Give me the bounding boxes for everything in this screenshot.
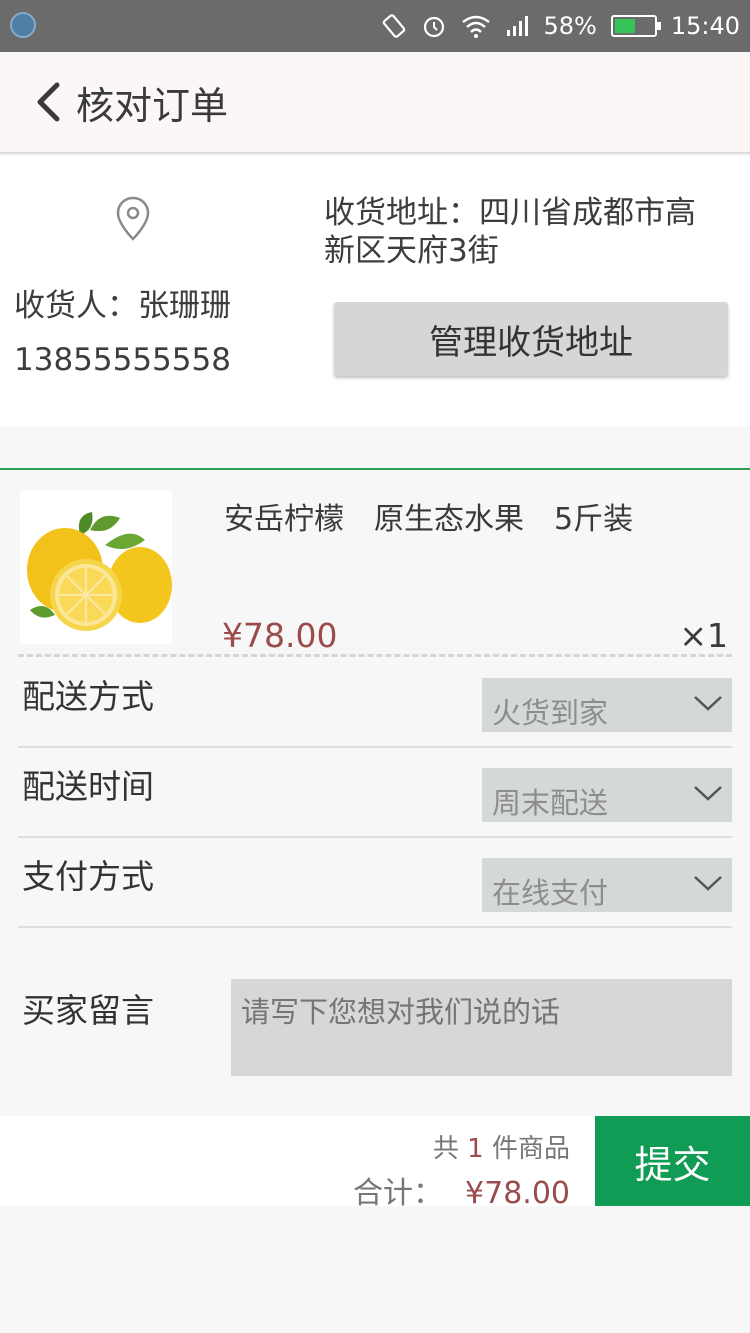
payment-method-value: 在线支付 bbox=[492, 876, 609, 910]
app-notification-icon bbox=[10, 12, 36, 38]
product-image[interactable] bbox=[20, 490, 172, 644]
status-icons: 58% 15:40 bbox=[381, 0, 740, 52]
chevron-down-icon bbox=[694, 786, 722, 801]
chevron-left-icon bbox=[37, 82, 60, 122]
wifi-icon bbox=[461, 14, 491, 38]
item-count: 共 1 件商品 bbox=[433, 1128, 570, 1165]
payment-method-row: 支付方式 在线支付 bbox=[18, 838, 732, 928]
status-bar: 58% 15:40 bbox=[0, 0, 750, 52]
receiver-name: 收货人：张珊珊 bbox=[14, 288, 231, 324]
address-card: 收货人：张珊珊 13855555558 收货地址：四川省成都市高新区天府3街 管… bbox=[0, 156, 750, 426]
battery-percent: 58% bbox=[543, 12, 597, 40]
location-pin-icon bbox=[116, 196, 150, 246]
delivery-method-select[interactable]: 火货到家 bbox=[482, 678, 732, 732]
delivery-time-select[interactable]: 周末配送 bbox=[482, 768, 732, 822]
buyer-message-label: 买家留言 bbox=[22, 991, 154, 1030]
product-quantity: ×1 bbox=[679, 616, 728, 655]
receiver-phone: 13855555558 bbox=[14, 342, 231, 378]
alarm-icon bbox=[421, 13, 447, 39]
dashed-divider bbox=[18, 654, 732, 657]
checkout-bar: 共 1 件商品 合计： ¥78.00 提交 bbox=[0, 1116, 750, 1211]
section-divider bbox=[0, 468, 750, 470]
buyer-message-input[interactable] bbox=[231, 979, 732, 1076]
item-count-prefix: 共 bbox=[432, 1134, 459, 1164]
battery-icon bbox=[610, 15, 661, 37]
product-name: 安岳柠檬 原生态水果 5斤装 bbox=[224, 502, 634, 537]
item-count-suffix: 件商品 bbox=[491, 1134, 570, 1164]
back-button[interactable] bbox=[30, 80, 66, 124]
page-title: 核对订单 bbox=[76, 83, 229, 128]
delivery-time-value: 周末配送 bbox=[492, 786, 609, 820]
chevron-down-icon bbox=[694, 876, 722, 891]
payment-method-label: 支付方式 bbox=[22, 857, 154, 896]
rotation-lock-icon bbox=[381, 13, 407, 39]
delivery-time-row: 配送时间 周末配送 bbox=[18, 748, 732, 838]
delivery-method-label: 配送方式 bbox=[22, 677, 154, 716]
manage-address-button[interactable]: 管理收货地址 bbox=[334, 302, 728, 376]
clock: 15:40 bbox=[670, 12, 740, 40]
signal-icon bbox=[505, 14, 529, 38]
battery-fill bbox=[614, 19, 636, 33]
payment-method-select[interactable]: 在线支付 bbox=[482, 858, 732, 912]
item-count-number: 1 bbox=[467, 1134, 484, 1164]
chevron-down-icon bbox=[694, 696, 722, 711]
total-label: 合计： bbox=[353, 1176, 444, 1211]
order-total: 合计： ¥78.00 bbox=[353, 1168, 570, 1212]
product-price: ¥78.00 bbox=[222, 616, 338, 655]
delivery-address: 收货地址：四川省成都市高新区天府3街 bbox=[324, 195, 696, 269]
top-bar: 核对订单 bbox=[0, 52, 750, 154]
delivery-time-label: 配送时间 bbox=[22, 767, 154, 806]
delivery-method-row: 配送方式 火货到家 bbox=[18, 658, 732, 748]
total-amount: ¥78.00 bbox=[465, 1176, 570, 1211]
submit-button[interactable]: 提交 bbox=[595, 1116, 750, 1206]
delivery-method-value: 火货到家 bbox=[492, 696, 609, 730]
